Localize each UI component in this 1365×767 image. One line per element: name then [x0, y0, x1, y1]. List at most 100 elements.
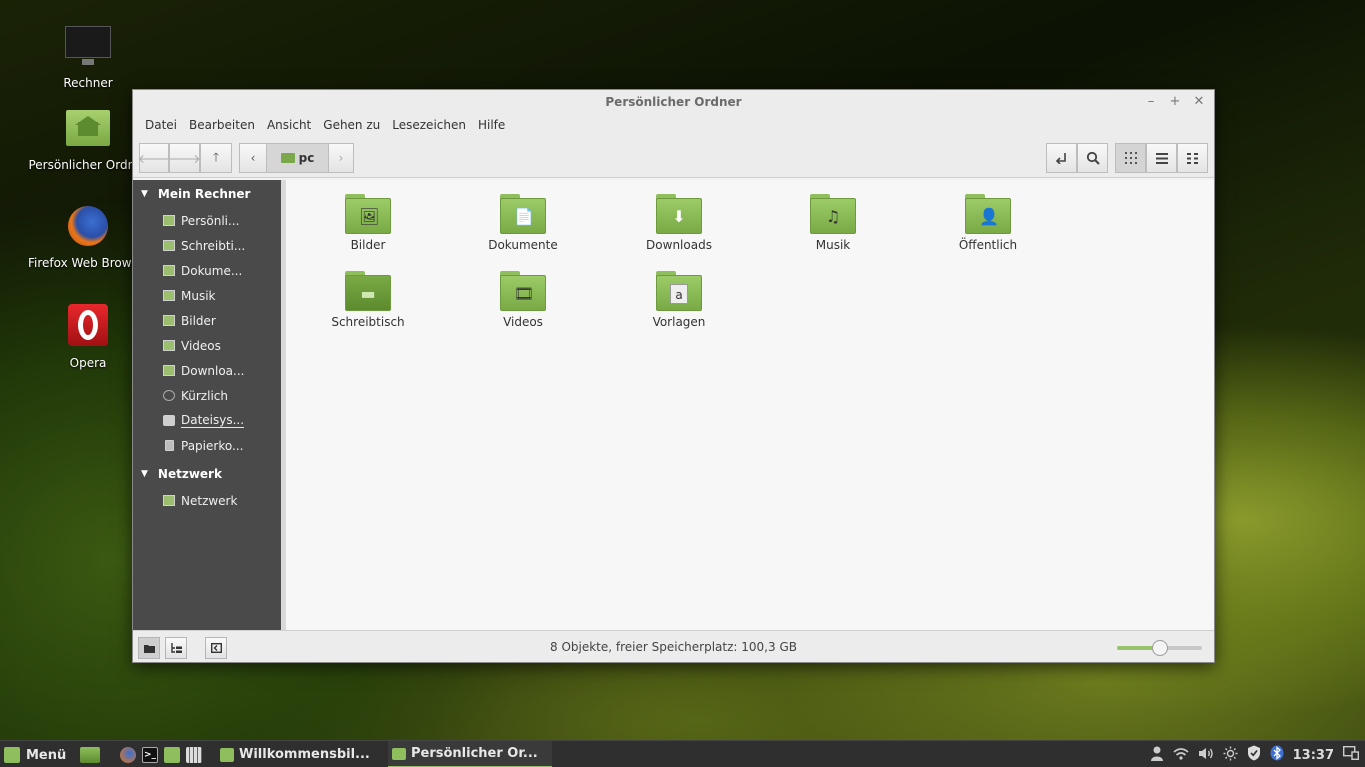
search-button[interactable]	[1077, 143, 1108, 173]
opera-icon	[64, 304, 112, 352]
downloads-folder-icon	[163, 365, 175, 376]
file-item-bilder[interactable]: 🖼 Bilder	[308, 194, 428, 252]
start-menu-label: Menü	[26, 747, 67, 763]
volume-icon[interactable]	[1198, 747, 1214, 764]
welcome-icon	[220, 747, 234, 762]
desktop-icon-opera[interactable]: Opera	[28, 304, 148, 370]
maximize-button[interactable]: +	[1168, 94, 1182, 109]
sidebar-item-label: Kürzlich	[181, 388, 228, 403]
calculator-icon	[186, 747, 202, 763]
network-icon	[163, 495, 175, 506]
search-icon	[1086, 151, 1100, 165]
compact-view-button[interactable]	[1177, 143, 1208, 173]
file-item-oeffentlich[interactable]: 👤 Öffentlich	[928, 194, 1048, 252]
clock[interactable]: 13:37	[1293, 748, 1334, 763]
menu-gehen-zu[interactable]: Gehen zu	[317, 118, 386, 132]
minimize-button[interactable]: –	[1144, 94, 1158, 109]
mint-logo-icon	[4, 747, 20, 763]
file-item-vorlagen[interactable]: a Vorlagen	[619, 271, 739, 329]
downloads-folder-icon: ⬇	[656, 194, 702, 234]
sidebar-item-persoenlich[interactable]: Persönli...	[133, 208, 281, 233]
location-toggle-button[interactable]	[1046, 143, 1077, 173]
menu-datei[interactable]: Datei	[139, 118, 183, 132]
menu-bearbeiten[interactable]: Bearbeiten	[183, 118, 261, 132]
sidebar-item-dateisystem[interactable]: Dateisys...	[133, 408, 281, 433]
forward-button[interactable]: 🡒	[168, 143, 201, 173]
start-menu-button[interactable]: Menü	[4, 745, 66, 765]
music-folder-icon	[163, 290, 175, 301]
videos-folder-icon: 🎞	[500, 271, 546, 311]
sidebar-item-label: Schreibti...	[181, 238, 246, 253]
sidebar-item-label: Papierko...	[181, 438, 244, 453]
window-controls: – + ✕	[1144, 94, 1206, 109]
file-item-videos[interactable]: 🎞 Videos	[463, 271, 583, 329]
monitor-icon	[64, 24, 112, 72]
sidebar-item-musik[interactable]: Musik	[133, 283, 281, 308]
triangle-down-icon: ▼	[141, 189, 148, 199]
home-folder-icon	[64, 106, 112, 154]
breadcrumb-scroll-left[interactable]: ‹	[239, 143, 267, 173]
zoom-slider-handle[interactable]	[1151, 640, 1168, 656]
folder-icon	[164, 747, 180, 763]
sidebar-item-videos[interactable]: Videos	[133, 333, 281, 358]
sidebar-item-downloads[interactable]: Downloa...	[133, 358, 281, 383]
user-icon[interactable]	[1150, 746, 1164, 765]
file-item-downloads[interactable]: ⬇ Downloads	[619, 194, 739, 252]
bluetooth-icon[interactable]	[1270, 745, 1284, 765]
desktop-icon-home[interactable]: Persönlicher Ordner	[28, 106, 148, 172]
title-bar[interactable]: Persönlicher Ordner – + ✕	[133, 90, 1214, 114]
wifi-icon[interactable]	[1173, 747, 1189, 764]
zoom-slider[interactable]	[1117, 640, 1202, 656]
task-persoenlicher-ordner[interactable]: Persönlicher Or...	[388, 741, 552, 767]
folder-emblem: a	[670, 284, 688, 304]
menu-ansicht[interactable]: Ansicht	[261, 118, 317, 132]
sidebar-item-kuerzlich[interactable]: Kürzlich	[133, 383, 281, 408]
task-willkommen[interactable]: Willkommensbil...	[216, 741, 378, 767]
file-item-dokumente[interactable]: 📄 Dokumente	[463, 194, 583, 252]
menu-hilfe[interactable]: Hilfe	[472, 118, 511, 132]
sidebar-item-label: Dateisys...	[181, 413, 245, 428]
sidebar-item-label: Bilder	[181, 313, 216, 328]
launcher-calculator[interactable]	[186, 745, 202, 765]
launcher-firefox[interactable]	[120, 745, 136, 765]
brightness-icon[interactable]	[1223, 746, 1238, 765]
sidebar-item-schreibtisch[interactable]: Schreibti...	[133, 233, 281, 258]
toolbar: 🡐 🡒 🡑 ‹ pc ›	[133, 136, 1214, 178]
folder-emblem: ♫	[825, 207, 841, 226]
window-title: Persönlicher Ordner	[605, 95, 742, 109]
status-bar: 8 Objekte, freier Speicherplatz: 100,3 G…	[133, 630, 1214, 662]
menu-lesezeichen[interactable]: Lesezeichen	[386, 118, 472, 132]
launcher-files[interactable]	[164, 745, 180, 765]
desktop-icon-firefox[interactable]: Firefox Web Browser	[28, 204, 148, 270]
file-item-label: Downloads	[646, 238, 712, 252]
list-view-button[interactable]	[1146, 143, 1177, 173]
sidebar-item-bilder[interactable]: Bilder	[133, 308, 281, 333]
file-item-schreibtisch[interactable]: ▬ Schreibtisch	[308, 271, 428, 329]
back-button[interactable]: 🡐	[138, 143, 170, 173]
folder-emblem: ⬇	[672, 207, 686, 226]
up-button[interactable]: 🡑	[200, 143, 232, 173]
launcher-terminal[interactable]: >_	[142, 745, 158, 765]
file-item-musik[interactable]: ♫ Musik	[773, 194, 893, 252]
sidebar-item-netzwerk[interactable]: Netzwerk	[133, 488, 281, 513]
sidebar-item-label: Downloa...	[181, 363, 245, 378]
desktop-icon-rechner[interactable]: Rechner	[28, 24, 148, 90]
sidebar-item-papierkorb[interactable]: Papierko...	[133, 433, 281, 458]
path-toggle-icon	[1055, 153, 1066, 164]
sidebar-section-mein-rechner[interactable]: ▼ Mein Rechner	[133, 180, 281, 208]
close-button[interactable]: ✕	[1192, 94, 1206, 109]
sidebar: ▼ Mein Rechner Persönli... Schreibti... …	[133, 180, 281, 630]
icon-view-button[interactable]	[1115, 143, 1146, 173]
breadcrumb-scroll-right[interactable]: ›	[328, 143, 354, 173]
desktop-folder-icon	[163, 240, 175, 251]
workspace-icon[interactable]	[1342, 745, 1360, 764]
launcher-show-desktop[interactable]	[80, 745, 100, 765]
public-folder-icon: 👤	[965, 194, 1011, 234]
sidebar-section-netzwerk[interactable]: ▼ Netzwerk	[133, 460, 281, 488]
sidebar-item-dokumente[interactable]: Dokume...	[133, 258, 281, 283]
breadcrumb-current[interactable]: pc	[266, 143, 329, 173]
folder-emblem: ▬	[360, 284, 376, 303]
shield-icon[interactable]	[1247, 745, 1261, 765]
drive-icon	[163, 415, 175, 426]
trash-icon	[165, 440, 174, 451]
